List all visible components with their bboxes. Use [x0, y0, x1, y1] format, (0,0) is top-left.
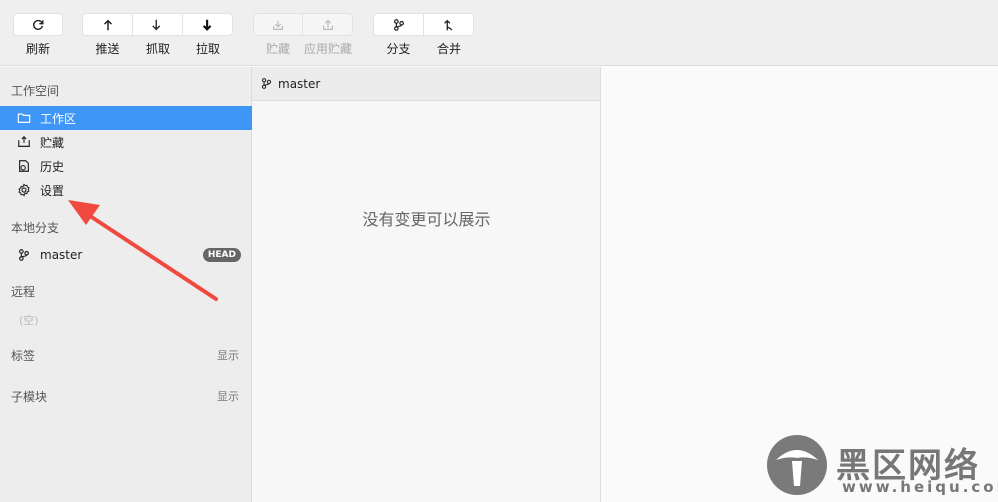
- apply-stash-icon: [322, 19, 333, 30]
- gear-icon: [18, 183, 30, 197]
- submodules-show-button[interactable]: 显示: [217, 388, 239, 404]
- branch-name: master: [40, 248, 83, 262]
- toolbar: 刷新 推送 抓取 拉取 贮藏 应用贮藏 分支 合并: [0, 0, 998, 66]
- sidebar-item-label: 贮藏: [40, 135, 65, 150]
- branch-icon: [19, 249, 29, 261]
- workspace-section-title: 工作空间: [11, 84, 60, 98]
- merge-icon: [443, 19, 452, 30]
- remote-empty-text: (空): [19, 314, 39, 327]
- push-icon: [103, 19, 112, 30]
- refresh-button[interactable]: 刷新: [13, 13, 63, 57]
- refresh-label: 刷新: [25, 42, 50, 56]
- remote-section-title: 远程: [11, 285, 36, 299]
- folder-icon: [17, 113, 31, 123]
- sidebar-item-history[interactable]: 历史: [0, 154, 252, 178]
- current-branch-name: master: [278, 76, 321, 91]
- branch-icon: [393, 18, 404, 31]
- head-badge: HEAD: [202, 248, 241, 262]
- sidebar-item-label: 历史: [40, 159, 65, 174]
- apply-stash-label: 应用贮藏: [303, 42, 352, 56]
- branch-button[interactable]: 分支: [373, 13, 424, 57]
- pull-button[interactable]: 拉取: [183, 13, 233, 57]
- changes-pane: master 没有变更可以展示: [252, 67, 601, 502]
- sidebar-item-workspace[interactable]: 工作区: [0, 106, 252, 130]
- sidebar-item-label: 设置: [40, 183, 65, 198]
- changes-header: master: [252, 67, 600, 101]
- branch-icon: [261, 78, 272, 89]
- sidebar-branch-master[interactable]: master HEAD: [0, 243, 252, 267]
- apply-stash-button[interactable]: 应用贮藏: [303, 13, 353, 57]
- refresh-icon: [33, 19, 44, 30]
- fetch-button[interactable]: 抓取: [133, 13, 183, 57]
- stash-button[interactable]: 贮藏: [253, 13, 303, 57]
- watermark: 黑区网络 www.heiqu.com: [764, 434, 998, 502]
- pull-icon: [202, 19, 211, 31]
- stash-icon: [273, 20, 283, 30]
- pull-label: 拉取: [195, 42, 220, 56]
- submodules-section-title: 子模块: [11, 390, 48, 404]
- tags-show-button[interactable]: 显示: [217, 347, 239, 363]
- sidebar-item-label: 工作区: [40, 111, 77, 126]
- stash-icon: [18, 135, 30, 147]
- history-icon: [19, 160, 29, 172]
- push-label: 推送: [95, 42, 120, 56]
- tags-section-title: 标签: [11, 349, 36, 363]
- merge-label: 合并: [436, 42, 461, 56]
- sidebar-item-stash[interactable]: 贮藏: [0, 130, 252, 154]
- local-branches-title: 本地分支: [11, 221, 60, 235]
- watermark-url: www.heiqu.com: [842, 478, 998, 496]
- merge-button[interactable]: 合并: [424, 13, 474, 57]
- sidebar-item-settings[interactable]: 设置: [0, 178, 252, 202]
- fetch-icon: [151, 19, 160, 30]
- fetch-label: 抓取: [145, 42, 170, 56]
- empty-changes-message: 没有变更可以展示: [362, 210, 491, 229]
- sidebar: 工作空间 工作区 贮藏 历史 设置 本地分支 master HEAD 远程 (空…: [0, 67, 252, 502]
- push-button[interactable]: 推送: [82, 13, 133, 57]
- stash-label: 贮藏: [265, 42, 290, 56]
- mushroom-logo-icon: [767, 435, 827, 495]
- branch-label: 分支: [386, 42, 411, 56]
